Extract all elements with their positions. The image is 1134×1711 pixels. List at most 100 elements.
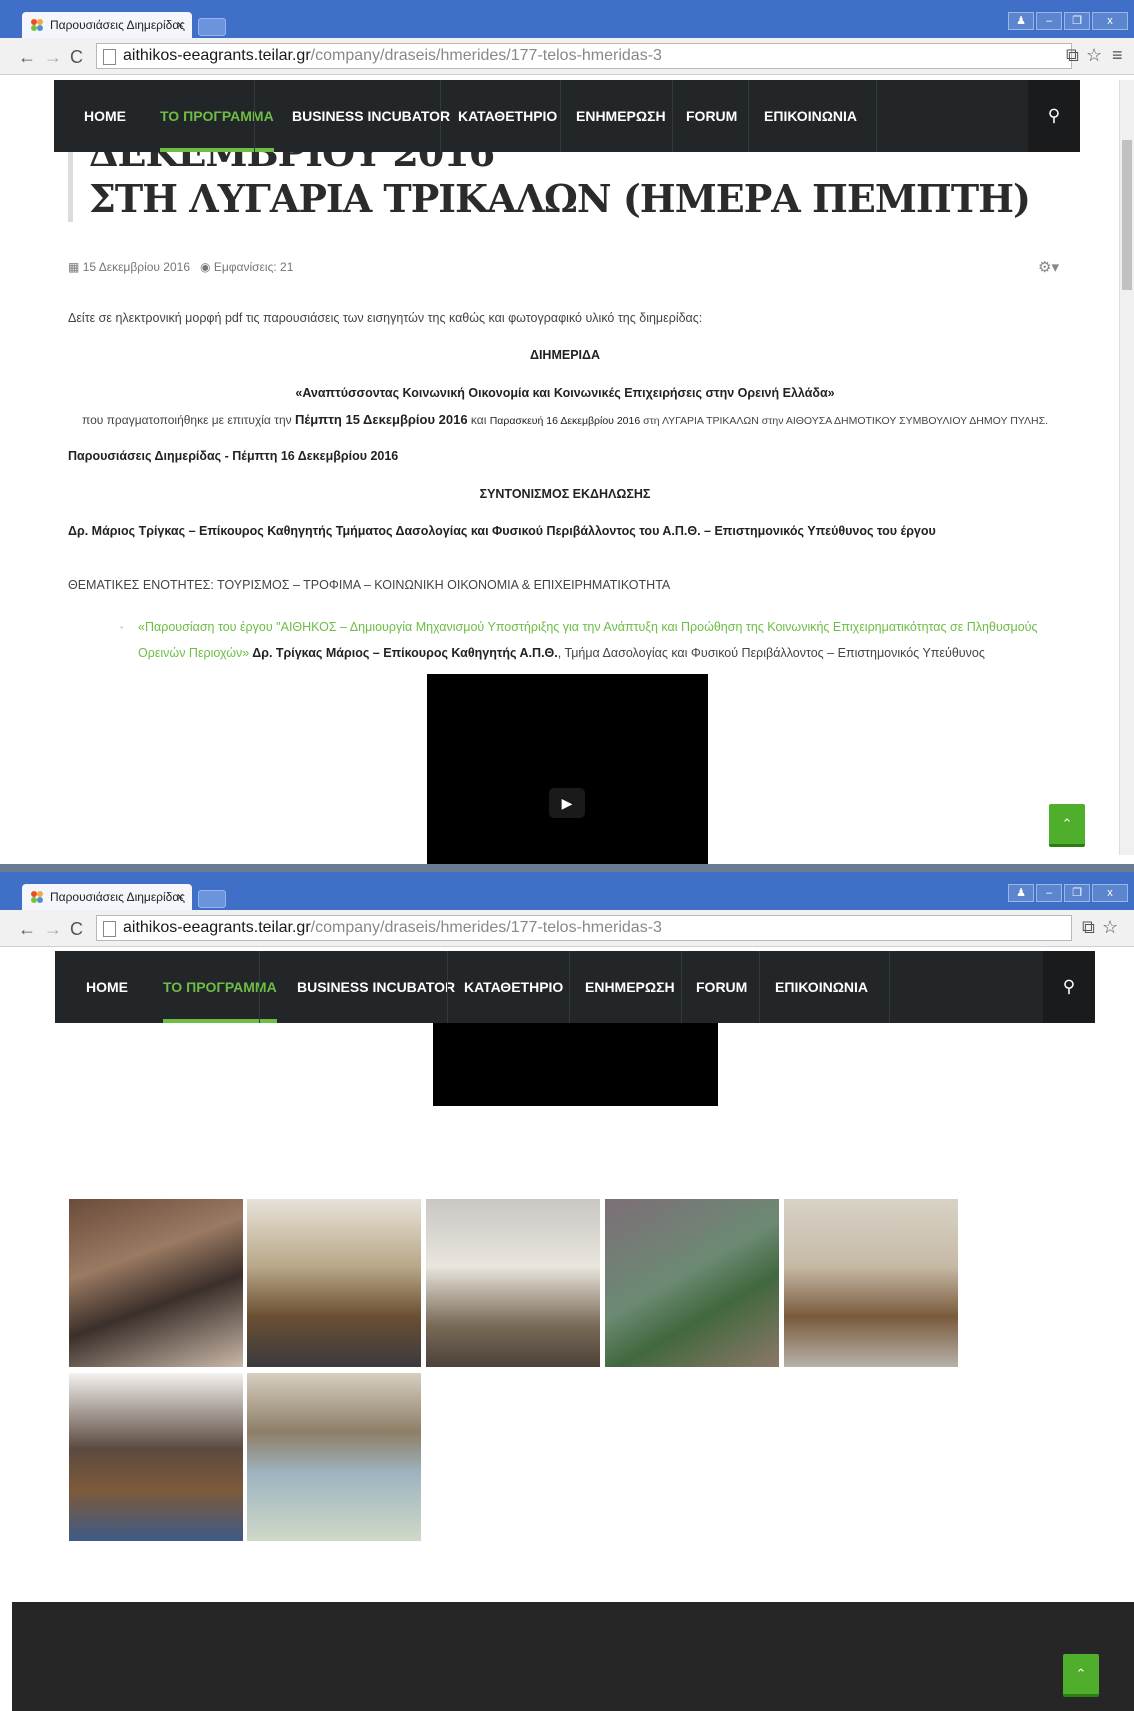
back-to-top-button[interactable]: ⌃ bbox=[1049, 804, 1085, 847]
browser-tab[interactable]: Παρουσιάσεις Διημερίδας × bbox=[22, 12, 192, 38]
bookmark-star-icon[interactable]: ☆ bbox=[1086, 45, 1102, 66]
heading-dimerida: ΔΙΗΜΕΡΙΔΑ bbox=[529, 348, 601, 362]
minimize-icon[interactable]: – bbox=[1036, 12, 1062, 30]
nav-divider bbox=[259, 951, 260, 1023]
eye-icon: ◉ bbox=[200, 260, 211, 274]
gallery-photo[interactable] bbox=[604, 1198, 780, 1368]
calendar-icon: ▦ bbox=[68, 260, 80, 274]
nav-divider bbox=[748, 80, 749, 152]
forward-icon[interactable]: → bbox=[44, 47, 62, 68]
article-meta: ▦ 15 Δεκεμβρίου 2016 ◉ Εμφανίσεις: 21 bbox=[68, 260, 293, 274]
intro-text: Δείτε σε ηλεκτρονική μορφή pdf τις παρου… bbox=[68, 311, 703, 325]
nav-home[interactable]: HOME bbox=[84, 80, 126, 152]
nav-divider bbox=[681, 951, 682, 1023]
translate-icon[interactable]: ⧉ bbox=[1066, 45, 1079, 66]
nav-business-incubator[interactable]: BUSINESS INCUBATOR bbox=[297, 951, 455, 1023]
tab-strip: Παρουσιάσεις Διημερίδας × ♟ – ❐ x bbox=[0, 872, 1134, 910]
nav-forum[interactable]: FORUM bbox=[686, 80, 737, 152]
bookmark-star-icon[interactable]: ☆ bbox=[1102, 917, 1118, 938]
speaker-name: Δρ. Τρίγκας Μάριος – Επίκουρος Καθηγητής… bbox=[249, 646, 558, 660]
search-icon[interactable]: ⚲ bbox=[1028, 80, 1080, 152]
joomla-favicon-icon bbox=[31, 19, 43, 31]
video-player[interactable] bbox=[433, 1023, 718, 1106]
venue-text-e: στη ΛΥΓΑΡΙΑ ΤΡΙΚΑΛΩΝ στην ΑΙΘΟΥΣΑ ΔΗΜΟΤΙ… bbox=[640, 415, 1049, 427]
presentation-link[interactable]: «Παρουσίαση του έργου "ΑΙΘΗΚΟΣ – Δημιουρ… bbox=[138, 620, 1038, 634]
nav-business-incubator[interactable]: BUSINESS INCUBATOR bbox=[292, 80, 450, 152]
nav-repository[interactable]: ΚΑΤΑΘΕΤΗΡΙΟ bbox=[458, 80, 557, 152]
nav-divider bbox=[254, 80, 255, 152]
menu-icon[interactable]: ≡ bbox=[1112, 45, 1123, 66]
user-icon[interactable]: ♟ bbox=[1008, 12, 1034, 30]
user-icon[interactable]: ♟ bbox=[1008, 884, 1034, 902]
reload-icon[interactable]: C bbox=[70, 919, 83, 940]
gallery-photo[interactable] bbox=[246, 1198, 422, 1368]
gallery-photo[interactable] bbox=[68, 1372, 244, 1542]
event-subtitle: «Αναπτύσσοντας Κοινωνική Οικονομία και Κ… bbox=[295, 386, 835, 400]
nav-news[interactable]: ΕΝΗΜΕΡΩΣΗ bbox=[585, 951, 675, 1023]
address-bar-row: ← → C aithikos-eeagrants.teilar.gr/compa… bbox=[0, 910, 1134, 947]
presentations-heading: Παρουσιάσεις Διημερίδας - Πέμπτη 16 Δεκε… bbox=[68, 449, 399, 463]
presentation-link-cont[interactable]: Ορεινών Περιοχών» bbox=[138, 646, 249, 660]
nav-divider bbox=[889, 951, 890, 1023]
nav-news[interactable]: ΕΝΗΜΕΡΩΣΗ bbox=[576, 80, 666, 152]
nav-repository[interactable]: ΚΑΤΑΘΕΤΗΡΙΟ bbox=[464, 951, 563, 1023]
gallery-photo[interactable] bbox=[68, 1198, 244, 1368]
screenshot-divider bbox=[0, 864, 1134, 872]
url-host: aithikos-eeagrants.teilar.gr bbox=[123, 919, 311, 936]
venue-line: που πραγματοποιήθηκε με επιτυχία την Πέμ… bbox=[68, 412, 1062, 427]
restore-icon[interactable]: ❐ bbox=[1064, 884, 1090, 902]
gallery-photo[interactable] bbox=[246, 1372, 422, 1542]
article-views: Εμφανίσεις: 21 bbox=[213, 260, 294, 274]
nav-divider bbox=[876, 80, 877, 152]
minimize-icon[interactable]: – bbox=[1036, 884, 1062, 902]
back-icon[interactable]: ← bbox=[18, 919, 36, 940]
nav-home[interactable]: HOME bbox=[86, 951, 128, 1023]
browser-window-bottom: Παρουσιάσεις Διημερίδας × ♟ – ❐ x ← → C … bbox=[0, 872, 1134, 1711]
article-title-line2: ΣΤΗ ΛΥΓΑΡΙΑ ΤΡΙΚΑΛΩΝ (ΗΜΕΡΑ ΠΕΜΠΤΗ) bbox=[89, 176, 1031, 221]
back-icon[interactable]: ← bbox=[18, 47, 36, 68]
coordination-heading: ΣΥΝΤΟΝΙΣΜΟΣ ΕΚΔΗΛΩΣΗΣ bbox=[479, 487, 651, 501]
tab-close-icon[interactable]: × bbox=[176, 889, 184, 904]
gallery-photo[interactable] bbox=[783, 1198, 959, 1368]
new-tab-button[interactable] bbox=[198, 890, 226, 908]
browser-tab[interactable]: Παρουσιάσεις Διημερίδας × bbox=[22, 884, 192, 910]
url-path: /company/draseis/hmerides/177-telos-hmer… bbox=[310, 919, 662, 936]
window-controls: ♟ – ❐ x bbox=[1008, 884, 1128, 902]
close-window-icon[interactable]: x bbox=[1092, 12, 1128, 30]
coordinator-text: Δρ. Μάριος Τρίγκας – Επίκουρος Καθηγητής… bbox=[68, 524, 936, 538]
scrollbar[interactable] bbox=[1119, 80, 1134, 855]
video-player[interactable]: ▶ bbox=[427, 674, 708, 868]
site-footer bbox=[12, 1602, 1134, 1711]
site-navbar: HOME ΤΟ ΠΡΟΓΡΑΜΜΑ BUSINESS INCUBATOR ΚΑΤ… bbox=[55, 951, 1095, 1023]
article-date: 15 Δεκεμβρίου 2016 bbox=[82, 260, 190, 274]
nav-contact[interactable]: ΕΠΙΚΟΙΝΩΝΙΑ bbox=[764, 80, 857, 152]
gallery-photo[interactable] bbox=[425, 1198, 601, 1368]
site-navbar: HOME ΤΟ ΠΡΟΓΡΑΜΜΑ BUSINESS INCUBATOR ΚΑΤ… bbox=[54, 80, 1080, 152]
scrollbar-thumb[interactable] bbox=[1122, 140, 1132, 290]
url-field[interactable]: aithikos-eeagrants.teilar.gr/company/dra… bbox=[96, 43, 1072, 69]
reload-icon[interactable]: C bbox=[70, 47, 83, 68]
nav-divider bbox=[440, 80, 441, 152]
joomla-favicon-icon bbox=[31, 891, 43, 903]
back-to-top-button[interactable]: ⌃ bbox=[1063, 1654, 1099, 1697]
url-field[interactable]: aithikos-eeagrants.teilar.gr/company/dra… bbox=[96, 915, 1072, 941]
forward-icon[interactable]: → bbox=[44, 919, 62, 940]
close-window-icon[interactable]: x bbox=[1092, 884, 1128, 902]
search-icon[interactable]: ⚲ bbox=[1043, 951, 1095, 1023]
gear-icon[interactable]: ⚙▾ bbox=[1038, 258, 1059, 276]
new-tab-button[interactable] bbox=[198, 18, 226, 36]
nav-contact[interactable]: ΕΠΙΚΟΙΝΩΝΙΑ bbox=[775, 951, 868, 1023]
restore-icon[interactable]: ❐ bbox=[1064, 12, 1090, 30]
venue-date-thursday: Πέμπτη 15 Δεκεμβρίου 2016 bbox=[294, 412, 468, 427]
tab-strip: Παρουσιάσεις Διημερίδας × ♟ – ❐ x bbox=[0, 0, 1134, 38]
tab-close-icon[interactable]: × bbox=[176, 17, 184, 32]
translate-icon[interactable]: ⧉ bbox=[1082, 917, 1095, 938]
nav-divider bbox=[569, 951, 570, 1023]
nav-divider bbox=[672, 80, 673, 152]
nav-forum[interactable]: FORUM bbox=[696, 951, 747, 1023]
nav-program[interactable]: ΤΟ ΠΡΟΓΡΑΜΜΑ bbox=[160, 80, 274, 152]
browser-tab-title: Παρουσιάσεις Διημερίδας bbox=[50, 890, 186, 904]
browser-tab-title: Παρουσιάσεις Διημερίδας bbox=[50, 18, 186, 32]
play-icon[interactable]: ▶ bbox=[549, 788, 585, 818]
url-path: /company/draseis/hmerides/177-telos-hmer… bbox=[310, 47, 662, 64]
